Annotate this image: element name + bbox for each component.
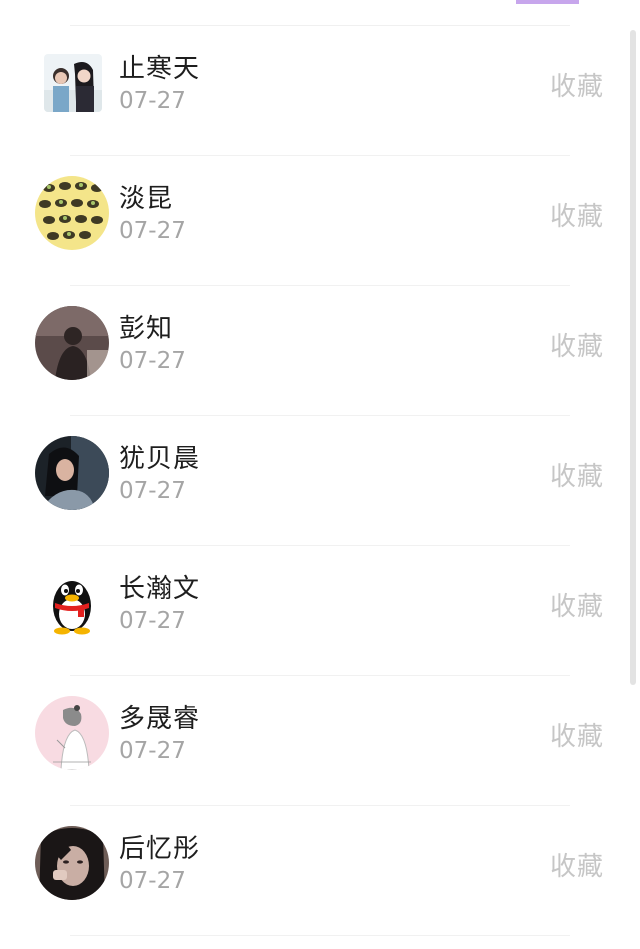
contact-date: 07-27 xyxy=(119,348,186,374)
contact-name: 犹贝晨 xyxy=(119,444,201,474)
contact-name: 淡昆 xyxy=(119,184,174,214)
qq-penguin-avatar xyxy=(35,566,109,640)
favorite-button[interactable]: 收藏 xyxy=(550,66,604,103)
row-divider xyxy=(70,935,570,936)
contact-name: 多晟睿 xyxy=(119,704,201,734)
contact-name: 长瀚文 xyxy=(119,574,201,604)
contact-date: 07-27 xyxy=(119,218,186,244)
portrait-photo-avatar xyxy=(35,826,109,900)
contact-date: 07-27 xyxy=(119,478,186,504)
girl-photo-avatar xyxy=(35,436,109,510)
contact-name: 后忆彤 xyxy=(119,834,201,864)
list-item[interactable]: 淡昆 07-27 收藏 xyxy=(0,156,640,286)
contact-date: 07-27 xyxy=(119,868,186,894)
favorite-button[interactable]: 收藏 xyxy=(550,586,604,623)
favorite-button[interactable]: 收藏 xyxy=(550,846,604,883)
favorite-button[interactable]: 收藏 xyxy=(550,716,604,753)
list-item[interactable]: 犹贝晨 07-27 收藏 xyxy=(0,416,640,546)
list-item[interactable]: 彭知 07-27 收藏 xyxy=(0,286,640,416)
list-item[interactable]: 后忆彤 07-27 收藏 xyxy=(0,806,640,936)
pink-sketch-avatar xyxy=(35,696,109,770)
list-item[interactable]: 长瀚文 07-27 收藏 xyxy=(0,546,640,676)
contact-name: 彭知 xyxy=(119,314,174,344)
scrollbar[interactable] xyxy=(630,30,636,685)
list-item[interactable]: 止寒天 07-27 收藏 xyxy=(0,26,640,156)
contact-date: 07-27 xyxy=(119,738,186,764)
dark-photo-avatar xyxy=(35,306,109,380)
tab-indicator xyxy=(516,0,579,4)
contact-date: 07-27 xyxy=(119,88,186,114)
favorite-button[interactable]: 收藏 xyxy=(550,196,604,233)
couple-photo-avatar xyxy=(44,54,102,112)
pattern-avatar xyxy=(35,176,109,250)
contact-name: 止寒天 xyxy=(119,54,201,84)
list-item[interactable]: 多晟睿 07-27 收藏 xyxy=(0,676,640,806)
contact-date: 07-27 xyxy=(119,608,186,634)
contact-list: 止寒天 07-27 收藏 淡昆 07-27 收藏 彭知 07-27 收藏 犹贝晨… xyxy=(0,26,640,936)
favorite-button[interactable]: 收藏 xyxy=(550,456,604,493)
favorite-button[interactable]: 收藏 xyxy=(550,326,604,363)
